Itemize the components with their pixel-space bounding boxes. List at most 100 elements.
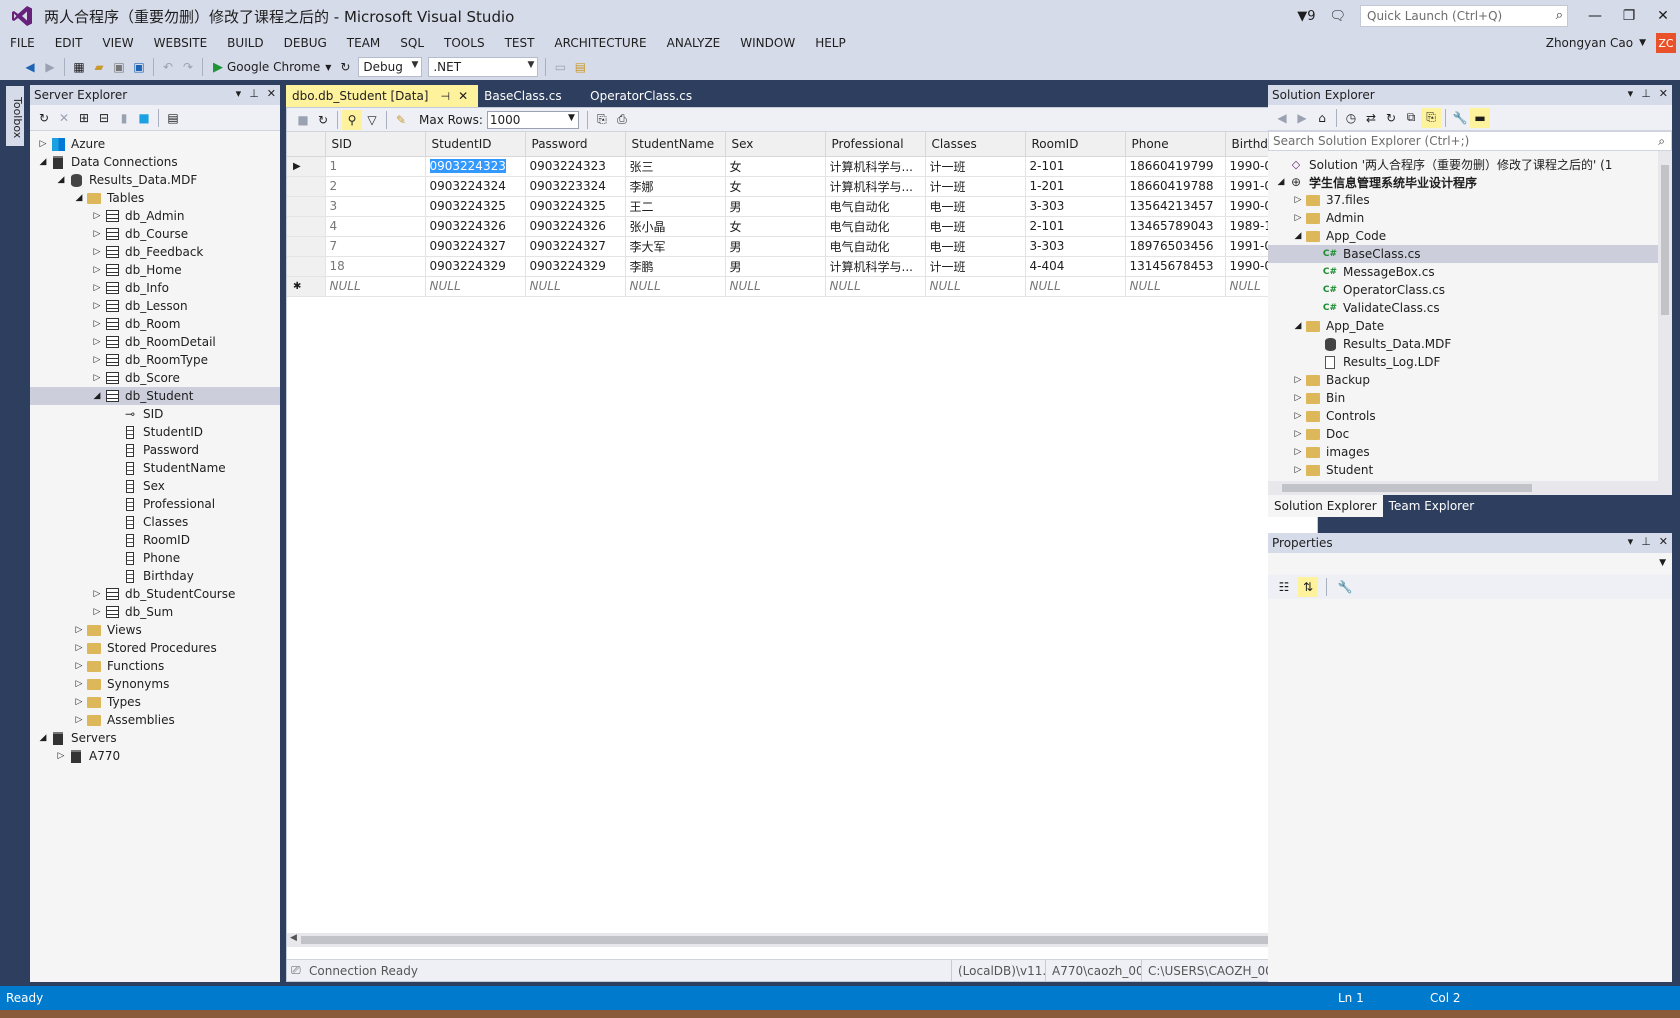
chevron-down-icon[interactable]: ▾ (1628, 87, 1634, 100)
menu-help[interactable]: HELP (805, 36, 856, 50)
collapsed-arrow-icon[interactable]: ▷ (90, 373, 104, 383)
column-header[interactable]: Classes (925, 132, 1026, 157)
tree-item[interactable]: C# BaseClass.cs (1268, 245, 1672, 263)
row-header[interactable] (287, 196, 326, 217)
close-icon[interactable]: ✕ (267, 87, 276, 100)
start-debugging-button[interactable]: ▶ Google Chrome ▼ (213, 60, 331, 75)
script-icon[interactable]: ⎘ (592, 110, 612, 130)
row-header[interactable] (287, 216, 326, 237)
home-icon[interactable]: ⌂ (1312, 108, 1332, 128)
table-cell[interactable]: 0903223324 (525, 176, 626, 197)
tree-item[interactable]: Birthday (30, 567, 280, 585)
max-rows-select[interactable]: 1000 ▼ (486, 110, 579, 129)
minimize-button[interactable]: — (1578, 8, 1612, 24)
tab-operatorclass-cs[interactable]: OperatorClass.cs (584, 85, 702, 107)
table-cell[interactable]: 电一班 (925, 196, 1026, 217)
table-cell[interactable]: 王二 (625, 196, 726, 217)
tree-item[interactable]: ▷ 37.files (1268, 191, 1672, 209)
expanded-arrow-icon[interactable]: ◢ (54, 175, 68, 185)
menu-website[interactable]: WEBSITE (144, 36, 218, 50)
sync-icon[interactable]: ⇄ (1361, 108, 1381, 128)
table-cell[interactable]: 18976503456 (1125, 236, 1226, 257)
collapsed-arrow-icon[interactable]: ▷ (90, 247, 104, 257)
table-cell[interactable]: 13145678453 (1125, 256, 1226, 277)
table-row[interactable]: 18 0903224329 0903224329 李鹏男计算机科学与... 计一班 4-4… (287, 256, 1316, 277)
properties-object-select[interactable]: ▼ (1268, 553, 1672, 575)
tree-item[interactable]: ▷ db_Feedback (30, 243, 280, 261)
open-file-icon[interactable]: ▰ (89, 57, 109, 77)
row-header[interactable] (287, 176, 326, 197)
table-cell[interactable]: 0903224329 (425, 256, 526, 277)
table-cell[interactable]: 李大军 (625, 236, 726, 257)
tree-item[interactable]: ▷ Student (1268, 461, 1672, 479)
table-cell[interactable]: 张小晶 (625, 216, 726, 237)
connect-to-azure-icon[interactable]: ■ (134, 108, 154, 128)
collapsed-arrow-icon[interactable]: ▷ (90, 607, 104, 617)
table-cell[interactable]: 电气自动化 (825, 216, 926, 237)
table-cell[interactable]: 0903224329 (525, 256, 626, 277)
refresh-icon[interactable]: ↻ (34, 108, 54, 128)
table-cell[interactable]: 0903224327 (525, 236, 626, 257)
table-cell[interactable]: 男 (725, 256, 826, 277)
table-cell[interactable]: NULL (825, 276, 926, 297)
tree-item[interactable]: ◢ ⊕ 学生信息管理系统毕业设计程序 (1268, 173, 1672, 191)
row-header[interactable]: ▶ (287, 156, 326, 177)
document-icon[interactable]: ▭ (550, 57, 570, 77)
toolbox-tab[interactable]: Toolbox (6, 86, 24, 146)
save-icon[interactable]: ▣ (109, 57, 129, 77)
collapsed-arrow-icon[interactable]: ▷ (72, 643, 86, 653)
refresh-icon[interactable]: ↻ (313, 110, 333, 130)
script-to-file-icon[interactable]: ⎙ (612, 110, 632, 130)
navigate-back-icon[interactable]: ◀ (20, 57, 40, 77)
column-header[interactable]: Phone (1125, 132, 1226, 157)
scrollbar-thumb[interactable] (301, 936, 1291, 944)
column-header[interactable]: Password (525, 132, 626, 157)
tree-item[interactable]: ▷ db_Home (30, 261, 280, 279)
expanded-arrow-icon[interactable]: ◢ (36, 157, 50, 167)
platform-select[interactable]: .NET ▼ (428, 57, 539, 77)
table-cell[interactable]: 3-303 (1025, 236, 1126, 257)
properties-wrench-icon[interactable]: 🔧 (1450, 108, 1470, 128)
table-cell[interactable]: NULL (425, 276, 526, 297)
tree-item[interactable]: ◢ App_Code (1268, 227, 1672, 245)
table-cell[interactable]: 0903224325 (425, 196, 526, 217)
table-cell[interactable]: NULL (525, 276, 626, 297)
tree-item[interactable]: ▷ Backup (1268, 371, 1672, 389)
tree-item[interactable]: C# MessageBox.cs (1268, 263, 1672, 281)
tree-item[interactable]: ◢ Data Connections (30, 153, 280, 171)
tree-item[interactable]: Classes (30, 513, 280, 531)
column-header[interactable]: Professional (825, 132, 926, 157)
tree-item[interactable]: ▷ Stored Procedures (30, 639, 280, 657)
expanded-arrow-icon[interactable]: ◢ (1274, 177, 1288, 187)
collapsed-arrow-icon[interactable]: ▷ (1291, 465, 1305, 475)
solution-configuration-select[interactable]: Debug ▼ (358, 57, 423, 77)
column-header[interactable]: RoomID (1025, 132, 1126, 157)
close-window-button[interactable]: ✕ (1646, 8, 1680, 24)
tab-solution-explorer[interactable]: Solution Explorer (1268, 495, 1383, 517)
menu-view[interactable]: VIEW (92, 36, 143, 50)
table-cell[interactable]: 7 (325, 236, 426, 257)
pin-icon[interactable]: ⊥ (249, 87, 259, 100)
table-cell[interactable]: 0903224326 (525, 216, 626, 237)
avatar[interactable]: ZC (1656, 33, 1676, 53)
menu-build[interactable]: BUILD (217, 36, 273, 50)
table-cell[interactable]: 计算机科学与... (825, 256, 926, 277)
table-cell[interactable]: 3 (325, 196, 426, 217)
stop-icon[interactable]: ■ (293, 110, 313, 130)
horizontal-scrollbar[interactable] (1268, 481, 1672, 495)
restore-button[interactable]: ❐ (1612, 8, 1646, 24)
row-header[interactable] (287, 236, 326, 257)
filter-icon[interactable]: ▽ (362, 110, 382, 130)
tree-item[interactable]: ◢ App_Date (1268, 317, 1672, 335)
forward-icon[interactable]: ▶ (1292, 108, 1312, 128)
pin-icon[interactable]: ⊥ (1641, 87, 1651, 100)
table-cell[interactable]: 0903224323 (525, 156, 626, 177)
redo-icon[interactable]: ↷ (178, 57, 198, 77)
tree-item[interactable]: ▷ images (1268, 443, 1672, 461)
table-cell[interactable]: 电一班 (925, 236, 1026, 257)
tree-item[interactable]: StudentName (30, 459, 280, 477)
tree-item[interactable]: ▷ Admin (1268, 209, 1672, 227)
tree-item[interactable]: ▷ Synonyms (30, 675, 280, 693)
tree-item[interactable]: ▷ A770 (30, 747, 280, 765)
tree-item[interactable]: ▷ Assemblies (30, 711, 280, 729)
